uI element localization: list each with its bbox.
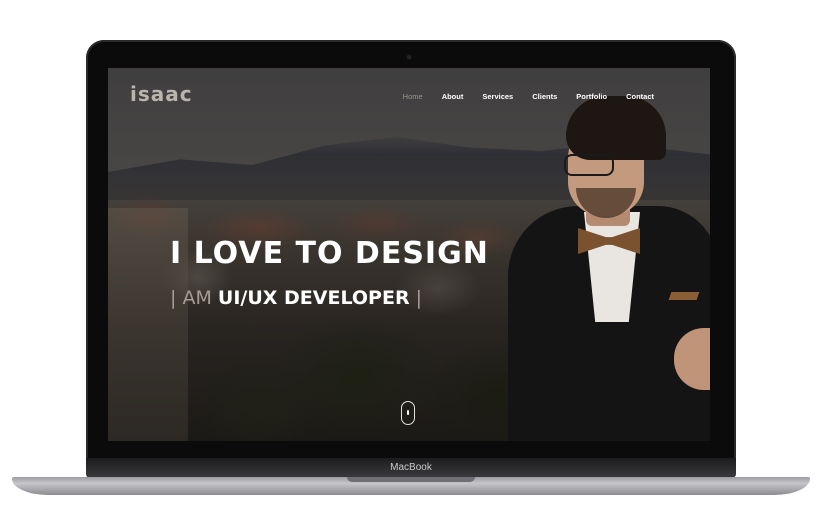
nav-item-services[interactable]: Services <box>482 92 513 101</box>
device-brand-label: MacBook <box>390 462 432 473</box>
hair <box>566 96 666 160</box>
nav-item-clients[interactable]: Clients <box>532 92 557 101</box>
nav-item-home[interactable]: Home <box>403 92 423 101</box>
laptop-hinge: MacBook <box>86 458 736 478</box>
site-logo[interactable]: isaac <box>130 82 193 106</box>
webcam-icon <box>406 54 412 60</box>
scroll-wheel-dot <box>407 410 409 415</box>
hero-subheadline: | AM UI/UX DEVELOPER | <box>170 287 422 309</box>
lid-notch <box>347 477 475 482</box>
pocket-square <box>668 292 700 300</box>
laptop-mockup: isaac Home About Services Clients Portfo… <box>0 0 820 511</box>
laptop-screen: isaac Home About Services Clients Portfo… <box>108 68 710 441</box>
nav-item-about[interactable]: About <box>442 92 464 101</box>
hero-sub-prefix: AM <box>182 287 212 309</box>
main-nav: Home About Services Clients Portfolio Co… <box>384 92 654 101</box>
laptop-base <box>12 477 810 495</box>
nav-item-portfolio[interactable]: Portfolio <box>576 92 607 101</box>
nav-item-contact[interactable]: Contact <box>626 92 654 101</box>
hero-role: UI/UX DEVELOPER <box>217 287 410 309</box>
scroll-mouse-icon[interactable] <box>401 401 415 425</box>
glasses <box>564 154 614 176</box>
laptop-lid: isaac Home About Services Clients Portfo… <box>86 40 736 464</box>
typed-cursor-right: | <box>415 287 423 309</box>
hero-headline: I LOVE TO DESIGN <box>170 236 489 271</box>
typed-cursor-left: | <box>170 287 177 309</box>
